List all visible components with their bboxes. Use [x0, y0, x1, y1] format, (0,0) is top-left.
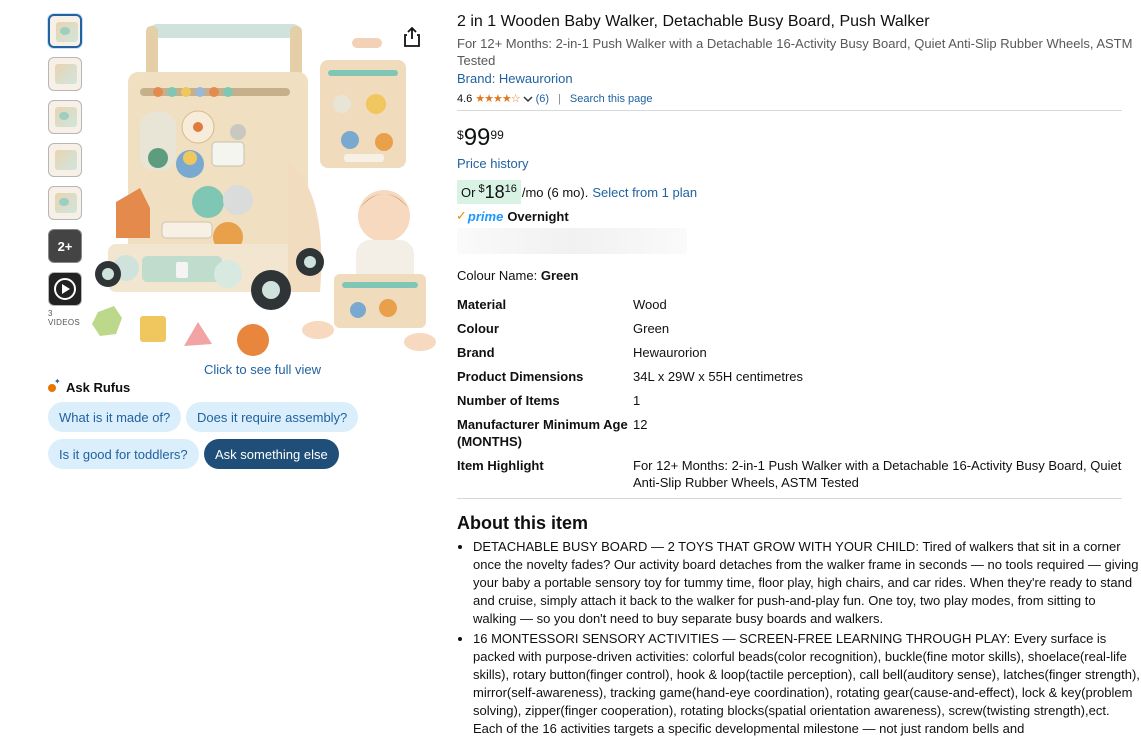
click-full-view-link[interactable]: Click to see full view [204, 362, 321, 377]
about-bullets: DETACHABLE BUSY BOARD — 2 TOYS THAT GROW… [457, 538, 1141, 740]
spec-key: Manufacturer Minimum Age (MONTHS) [457, 417, 628, 449]
spec-value: Wood [633, 297, 667, 312]
rating-count-link[interactable]: (6) [536, 93, 549, 105]
spec-key: Brand [457, 345, 495, 360]
price-whole: 99 [463, 124, 491, 151]
thumbnail-2[interactable] [48, 57, 82, 91]
ask-rufus-header: Ask Rufus [48, 377, 131, 395]
thumbnail-5[interactable] [48, 186, 82, 220]
price: $ 99 99 [457, 124, 504, 152]
spec-row: Number of Items 1 [457, 392, 1127, 416]
rufus-chip-made-of[interactable]: What is it made of? [48, 402, 182, 432]
about-bullet: DETACHABLE BUSY BOARD — 2 TOYS THAT GROW… [473, 538, 1141, 628]
spec-value: 12 [633, 417, 648, 432]
plan-price-box: Or $ 18 16 [457, 180, 521, 204]
rufus-chip-ask-else[interactable]: Ask something else [204, 439, 339, 469]
price-fraction: 99 [490, 128, 504, 142]
spec-row: Manufacturer Minimum Age (MONTHS) 12 [457, 416, 1127, 457]
plan-fraction: 16 [504, 183, 517, 195]
colour-name: Colour Name: Green [457, 268, 578, 283]
spec-value: For 12+ Months: 2-in-1 Push Walker with … [633, 458, 1122, 490]
spec-row: Product Dimensions 34L x 29W x 55H centim… [457, 368, 1127, 392]
spec-key: Number of Items [457, 393, 560, 408]
search-this-page-link[interactable]: Search this page [570, 93, 653, 105]
rufus-chip-assembly[interactable]: Does it require assembly? [186, 402, 359, 432]
colour-label: Colour Name: [457, 268, 538, 283]
prime-delivery-speed: Overnight [507, 208, 569, 224]
about-bullet: 16 MONTESSORI SENSORY ACTIVITIES — SCREE… [473, 630, 1141, 738]
spec-row: Colour Green [457, 320, 1127, 344]
rating-value: 4.6 [457, 92, 473, 105]
play-icon [54, 278, 76, 300]
videos-label: 3 VIDEOS [48, 309, 81, 327]
rating-row: 4.6 ★★★★☆ (6) | Search this page [457, 92, 653, 106]
select-plan-link[interactable]: Select from 1 plan [592, 185, 697, 200]
spec-row: Item Highlight For 12+ Months: 2-in-1 Pus… [457, 457, 1127, 498]
spec-key: Material [457, 297, 507, 312]
divider [457, 498, 1122, 499]
thumbnail-strip: 2+ 3 VIDEOS [48, 14, 84, 327]
product-specs-table: Material Wood Colour Green Brand Hewaurorio… [457, 296, 1127, 498]
rating-separator: | [558, 92, 561, 105]
price-history-link[interactable]: Price history [457, 156, 529, 171]
spec-value: 1 [633, 393, 641, 408]
thumbnail-1[interactable] [48, 14, 82, 48]
spec-value: 34L x 29W x 55H centimetres [633, 369, 804, 384]
brand-link[interactable]: Brand: Hewaurorion [457, 71, 573, 86]
thumbnail-video[interactable] [48, 272, 82, 306]
prime-delivery: ✓ prime Overnight [456, 208, 569, 224]
spec-value: Green [633, 321, 670, 336]
spec-row: Material Wood [457, 296, 1127, 320]
blurred-placeholder [457, 228, 687, 254]
about-this-item-title: About this item [457, 513, 588, 533]
share-icon[interactable] [402, 26, 422, 48]
spec-key: Item Highlight [457, 458, 544, 473]
installment-plan: Or $ 18 16 /mo (6 mo). Select from 1 pla… [457, 180, 697, 204]
spec-row: Brand Hewaurorion [457, 344, 1127, 368]
spec-key: Product Dimensions [457, 369, 584, 384]
more-count: 2+ [57, 238, 73, 254]
thumbnail-more[interactable]: 2+ [48, 229, 82, 263]
rating-stars-icon[interactable]: ★★★★☆ [475, 92, 520, 105]
plan-suffix: /mo (6 mo). [521, 184, 589, 200]
chevron-down-icon[interactable] [523, 95, 533, 103]
thumbnail-3[interactable] [48, 100, 82, 134]
prime-check-icon: ✓ [456, 208, 467, 223]
plan-prefix: Or [461, 185, 476, 200]
spec-value: Hewaurorion [633, 345, 707, 360]
ask-rufus-title: Ask Rufus [66, 380, 131, 395]
spec-key: Colour [457, 321, 499, 336]
divider [457, 110, 1122, 111]
plan-whole: 18 [484, 182, 505, 202]
rufus-chip-toddlers[interactable]: Is it good for toddlers? [48, 439, 199, 469]
rufus-icon [48, 377, 61, 392]
main-product-image[interactable] [88, 12, 438, 360]
price-symbol: $ [457, 128, 464, 142]
product-title: 2 in 1 Wooden Baby Walker, Detachable Bu… [457, 13, 930, 30]
prime-logo: prime [467, 208, 504, 224]
product-subtitle: For 12+ Months: 2-in-1 Push Walker with … [457, 36, 1133, 68]
thumbnail-4[interactable] [48, 143, 82, 177]
colour-value: Green [540, 268, 579, 283]
